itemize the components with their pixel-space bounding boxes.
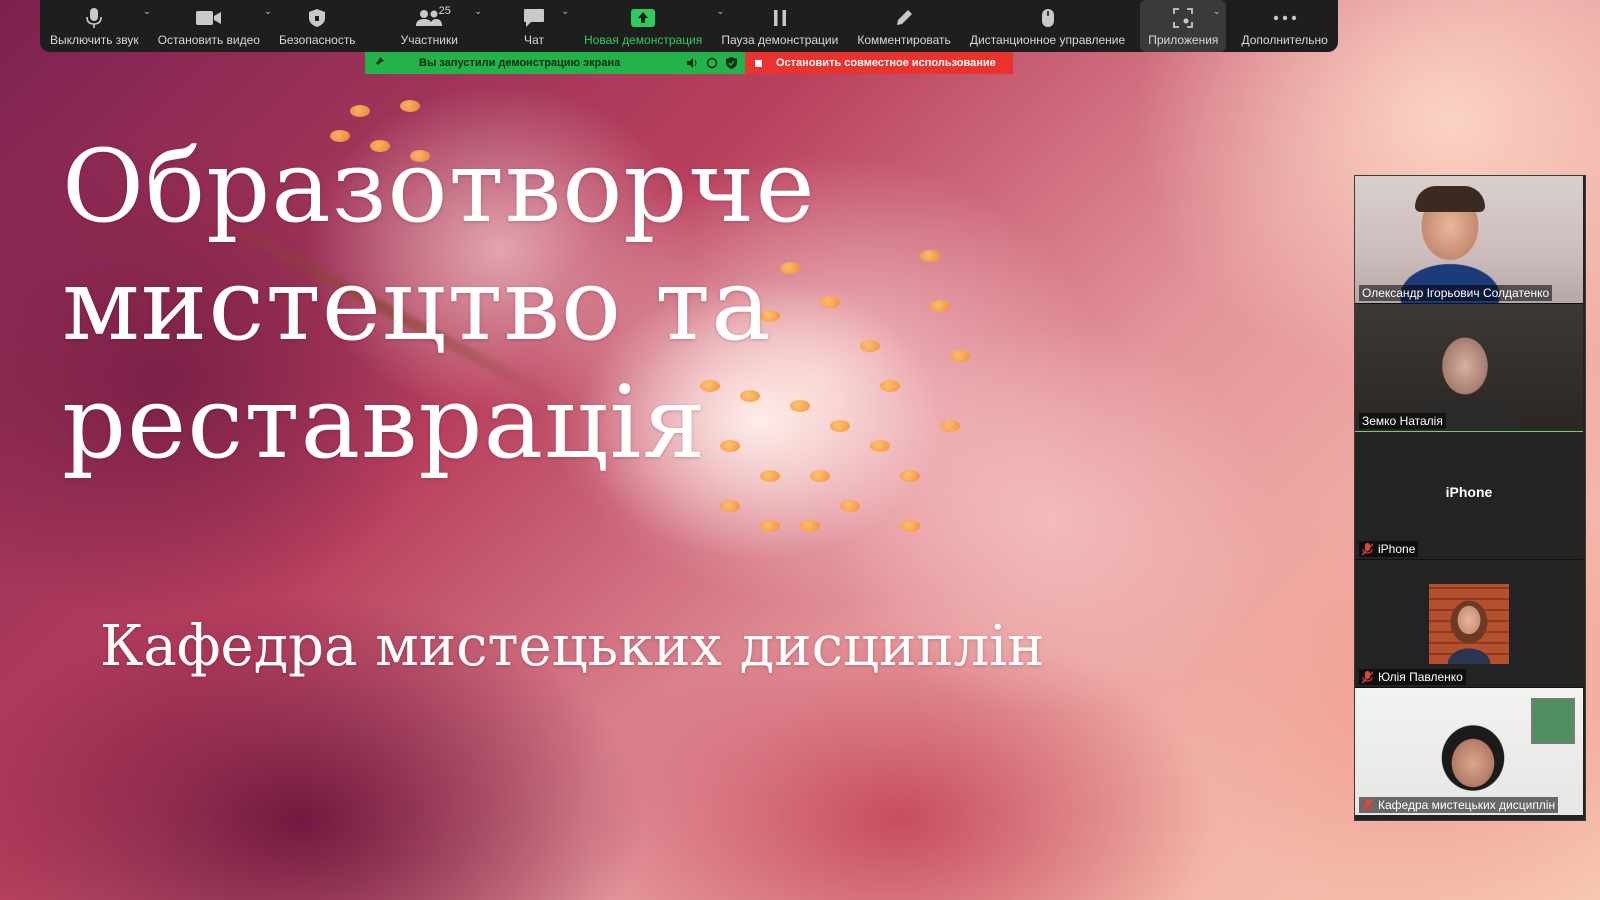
apps-button[interactable]: ⌄ Приложения: [1140, 0, 1227, 52]
participant-name-label: Юлія Павленко: [1359, 669, 1466, 685]
chevron-down-icon[interactable]: ⌄: [143, 6, 151, 17]
stop-share-button[interactable]: Остановить совместное использование: [745, 52, 1013, 74]
participant-name-label: iPhone: [1359, 541, 1419, 557]
security-label: Безопасность: [279, 33, 356, 47]
more-label: Дополнительно: [1241, 33, 1328, 47]
participants-label: Участники: [400, 33, 458, 47]
slide-title: Образотворче мистецтво та реставрація: [62, 128, 1012, 482]
pause-share-label: Пауза демонстрации: [721, 33, 839, 47]
pin-icon[interactable]: [373, 56, 385, 71]
more-dots-icon: [1273, 5, 1297, 31]
video-camera-icon: [195, 5, 222, 31]
chevron-down-icon[interactable]: ⌄: [264, 6, 272, 17]
share-screen-icon: [631, 5, 656, 31]
slide-title-line: реставрація: [62, 364, 707, 481]
participants-video-panel: Олександр Ігорьович Солдатенко Земко Нат…: [1354, 175, 1586, 821]
participant-name: Олександр Ігорьович Солдатенко: [1362, 286, 1550, 300]
participant-video: [1355, 688, 1583, 815]
participant-name: iPhone: [1378, 542, 1416, 556]
share-status-bar[interactable]: Вы запустили демонстрацию экрана: [365, 52, 745, 74]
pencil-icon: [894, 5, 914, 31]
chat-button[interactable]: ⌄ Чат: [499, 0, 569, 52]
remote-control-label: Дистанционное управление: [969, 33, 1126, 47]
participant-name-label: Кафедра мистецьких дисциплін: [1359, 797, 1559, 813]
new-share-button[interactable]: ⌄ Новая демонстрация: [580, 0, 724, 52]
chevron-down-icon[interactable]: ⌄: [561, 6, 569, 17]
stop-video-label: Остановить видео: [157, 33, 260, 47]
slide-title-line: Образотворче: [62, 128, 816, 245]
slide-subtitle: Кафедра мистецьких дисциплін: [100, 614, 1045, 679]
stamen-dot: [400, 100, 420, 112]
participant-tile[interactable]: Олександр Ігорьович Солдатенко: [1355, 176, 1583, 304]
chat-label: Чат: [524, 33, 544, 47]
participant-tile[interactable]: Юлія Павленко: [1355, 560, 1583, 688]
pause-share-button[interactable]: Пауза демонстрации: [717, 0, 842, 52]
participant-name: Кафедра мистецьких дисциплін: [1378, 798, 1556, 812]
stop-square-icon: [755, 59, 762, 67]
participant-placeholder-name: iPhone: [1445, 484, 1493, 500]
chat-bubble-icon: [523, 5, 545, 31]
participant-name: Юлія Павленко: [1378, 670, 1463, 684]
annotate-button[interactable]: Комментировать: [853, 0, 954, 52]
speaker-icon[interactable]: [686, 58, 698, 68]
share-banner: Вы запустили демонстрацию экрана Останов…: [365, 52, 1013, 74]
chevron-down-icon[interactable]: ⌄: [1213, 6, 1221, 17]
status-circle-icon[interactable]: [706, 57, 718, 69]
mute-label: Выключить звук: [50, 33, 139, 47]
participant-video: [1355, 304, 1583, 431]
chevron-down-icon[interactable]: ⌄: [474, 6, 482, 17]
shield-check-icon[interactable]: [726, 57, 737, 69]
microphone-icon: [86, 5, 103, 31]
participant-tile-active-speaker[interactable]: Земко Наталія: [1355, 304, 1583, 432]
participant-name-label: Олександр Ігорьович Солдатенко: [1359, 285, 1553, 301]
muted-microphone-icon: [1362, 670, 1373, 684]
remote-control-button[interactable]: Дистанционное управление: [966, 0, 1129, 52]
slide-title-line: мистецтво та: [62, 246, 772, 363]
more-button[interactable]: Дополнительно: [1237, 0, 1331, 52]
annotate-label: Комментировать: [857, 33, 951, 47]
mute-button[interactable]: ⌄ Выключить звук: [46, 0, 151, 52]
security-button[interactable]: Безопасность: [275, 0, 360, 52]
participants-button[interactable]: 25 ⌄ Участники: [371, 0, 488, 52]
participant-avatar: [1429, 584, 1509, 664]
pause-icon: [772, 5, 788, 31]
mouse-icon: [1041, 5, 1055, 31]
apps-icon: [1173, 5, 1194, 31]
stamen-dot: [800, 520, 820, 532]
muted-microphone-icon: [1362, 542, 1373, 556]
shield-icon: [308, 5, 326, 31]
participant-name: Земко Наталія: [1362, 414, 1443, 428]
meeting-toolbar: ⌄ Выключить звук ⌄ Остановить видео Безо…: [40, 0, 1338, 52]
stop-share-label: Остановить совместное использование: [776, 57, 996, 69]
apps-label: Приложения: [1148, 33, 1219, 47]
share-status-text: Вы запустили демонстрацию экрана: [419, 57, 621, 69]
stop-video-button[interactable]: ⌄ Остановить видео: [154, 0, 272, 52]
participant-video: [1355, 176, 1583, 303]
participant-tile[interactable]: Кафедра мистецьких дисциплін: [1355, 688, 1583, 815]
muted-microphone-icon: [1362, 798, 1373, 812]
stamen-dot: [720, 500, 740, 512]
stamen-dot: [760, 520, 780, 532]
participant-tile[interactable]: iPhone iPhone: [1355, 432, 1583, 560]
stamen-dot: [900, 520, 920, 532]
stamen-dot: [350, 105, 370, 117]
participants-count-badge: 25: [438, 5, 451, 17]
new-share-label: Новая демонстрация: [584, 33, 703, 47]
participant-name-label: Земко Наталія: [1359, 413, 1446, 429]
stamen-dot: [840, 500, 860, 512]
